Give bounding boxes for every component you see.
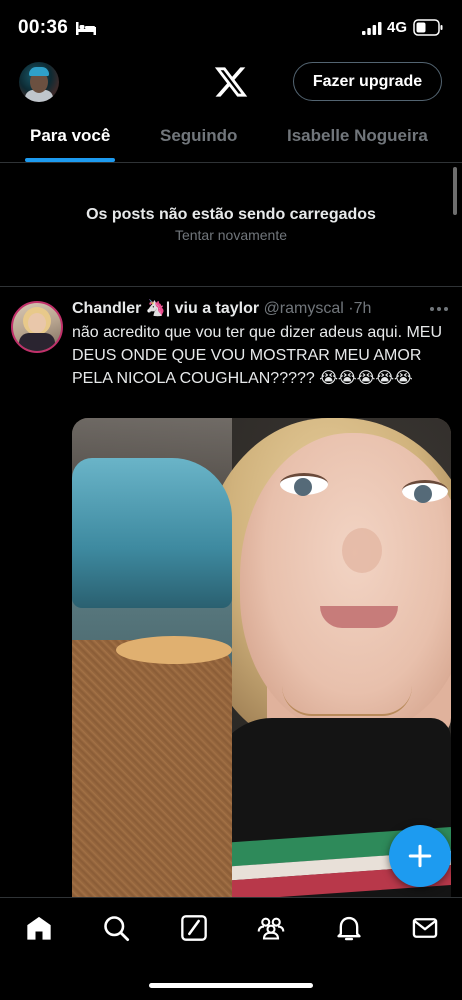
home-icon[interactable] bbox=[25, 914, 53, 942]
top-nav: Fazer upgrade bbox=[0, 56, 462, 112]
search-icon[interactable] bbox=[102, 914, 130, 942]
profile-avatar[interactable] bbox=[19, 62, 59, 102]
tab-seguindo[interactable]: Seguindo bbox=[160, 126, 237, 146]
network-label: 4G bbox=[387, 19, 408, 36]
timeline-tabs: Para você Seguindo Isabelle Nogueira bbox=[0, 112, 462, 163]
author-name[interactable]: Chandler 🦄| viu a taylor bbox=[72, 300, 259, 317]
status-time: 00:36 bbox=[18, 17, 69, 38]
x-logo-icon[interactable] bbox=[213, 64, 249, 100]
plus-icon bbox=[408, 844, 432, 868]
tweet-header: Chandler 🦄| viu a taylor @ramyscal ·7h bbox=[72, 298, 432, 320]
bottom-nav bbox=[0, 897, 462, 1000]
retry-link[interactable]: Tentar novamente bbox=[0, 227, 462, 243]
error-title: Os posts não estão sendo carregados bbox=[86, 206, 376, 223]
tab-para-voce[interactable]: Para você bbox=[30, 126, 110, 146]
battery-icon bbox=[413, 19, 443, 36]
load-error-banner: Os posts não estão sendo carregados Tent… bbox=[0, 163, 462, 287]
tweet-photo[interactable] bbox=[72, 418, 451, 898]
signal-icon bbox=[362, 22, 382, 35]
author-avatar[interactable] bbox=[11, 301, 63, 353]
notifications-icon[interactable] bbox=[335, 914, 363, 942]
more-options-icon[interactable] bbox=[428, 304, 450, 314]
communities-icon[interactable] bbox=[257, 914, 285, 942]
tweet-time: 7h bbox=[353, 300, 372, 317]
tweet-text: não acredito que vou ter que dizer adeus… bbox=[72, 324, 443, 387]
tweet[interactable]: Chandler 🦄| viu a taylor @ramyscal ·7h n… bbox=[0, 288, 462, 898]
home-indicator bbox=[149, 983, 313, 988]
status-bar: 00:36 4G bbox=[0, 0, 462, 56]
tab-isabelle-nogueira[interactable]: Isabelle Nogueira bbox=[287, 126, 428, 146]
active-tab-indicator bbox=[25, 158, 115, 162]
bed-icon bbox=[76, 22, 96, 35]
author-handle[interactable]: @ramyscal bbox=[264, 300, 344, 317]
upgrade-button[interactable]: Fazer upgrade bbox=[293, 62, 442, 101]
messages-icon[interactable] bbox=[411, 914, 439, 942]
grok-icon[interactable] bbox=[180, 914, 208, 942]
compose-button[interactable] bbox=[389, 825, 451, 887]
